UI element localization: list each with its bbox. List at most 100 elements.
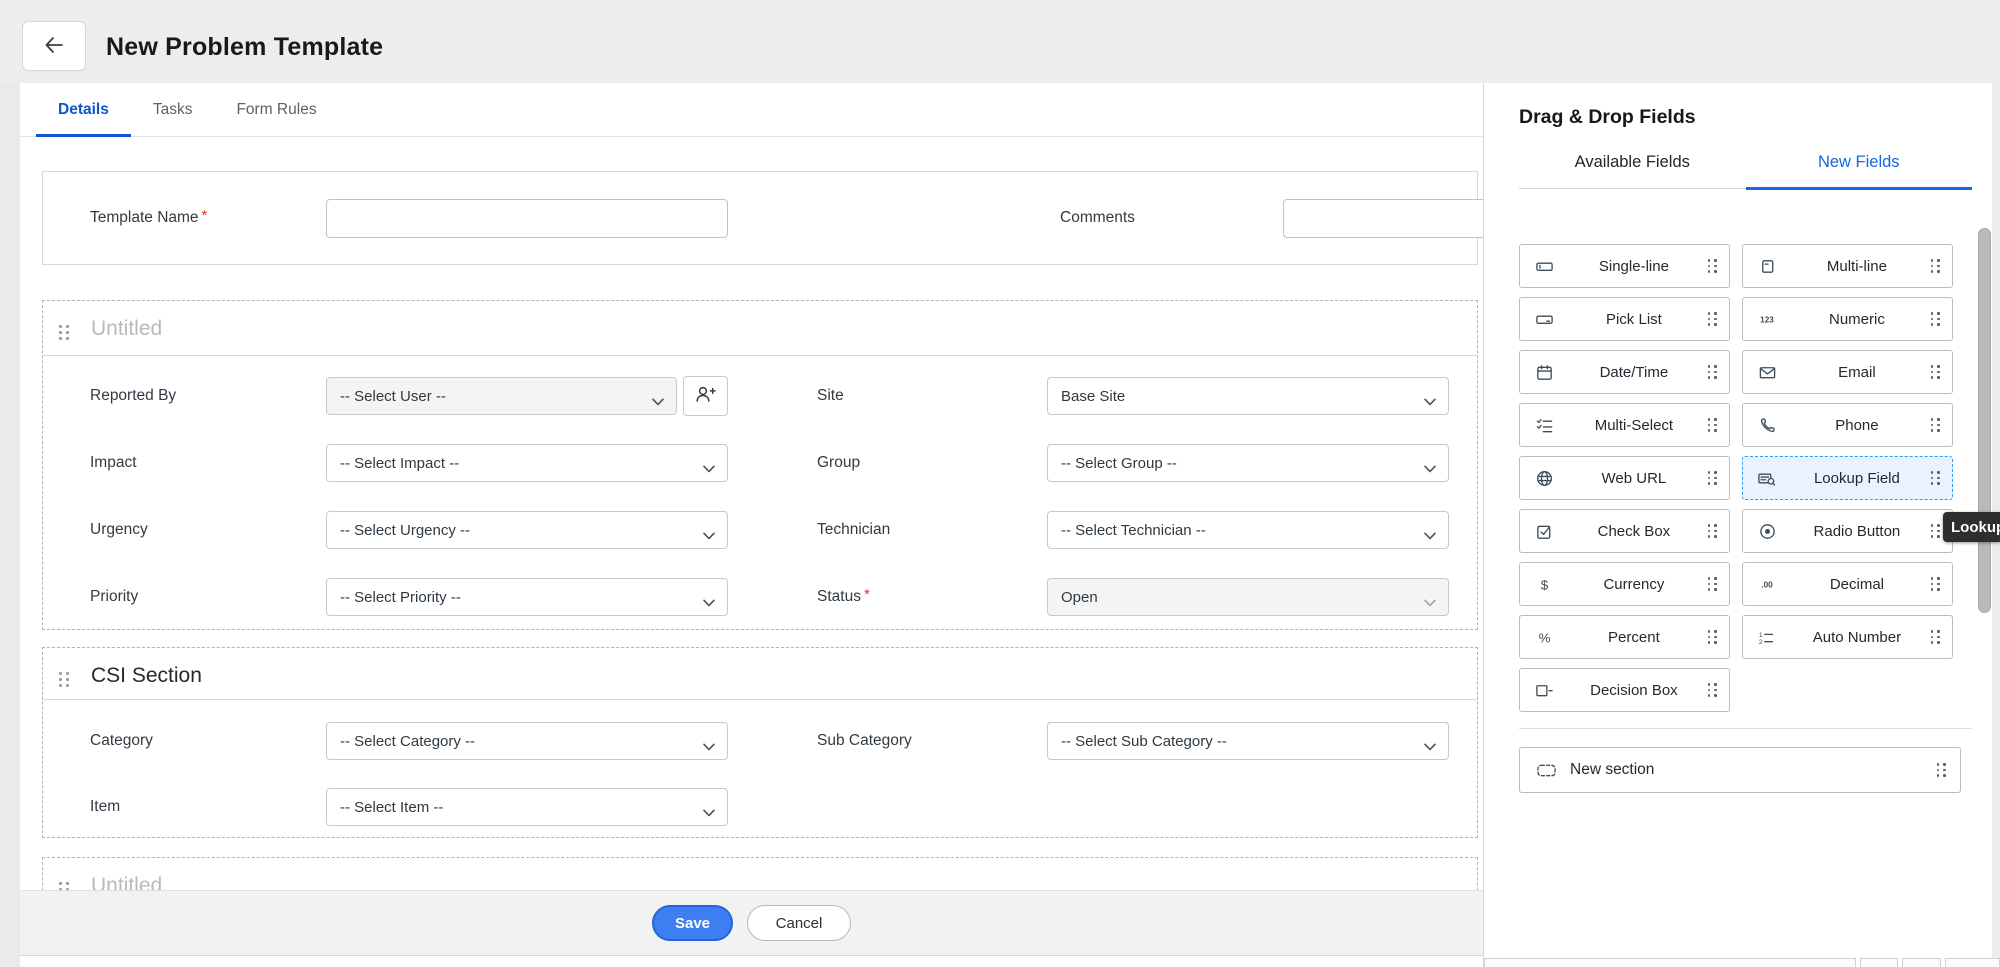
drag-handle-icon[interactable] bbox=[1708, 259, 1717, 273]
field-control: Base Site bbox=[1047, 377, 1449, 415]
drag-handle-icon[interactable] bbox=[1708, 577, 1717, 591]
palette-field-check-box[interactable]: Check Box bbox=[1519, 509, 1730, 553]
section-body: Reported By-- Select User --SiteBase Sit… bbox=[43, 356, 1477, 616]
urgency-select[interactable]: -- Select Urgency -- bbox=[326, 511, 728, 549]
palette-field-pick-list[interactable]: Pick List bbox=[1519, 297, 1730, 341]
form-footer: Save Cancel bbox=[20, 890, 1483, 955]
save-button[interactable]: Save bbox=[652, 905, 733, 941]
cancel-button[interactable]: Cancel bbox=[747, 905, 851, 941]
field-control: Open bbox=[1047, 578, 1449, 616]
page: New Problem Template DetailsTasksForm Ru… bbox=[0, 0, 2000, 967]
palette-field-percent[interactable]: %Percent bbox=[1519, 615, 1730, 659]
sidebar-tab-available-fields[interactable]: Available Fields bbox=[1519, 133, 1746, 188]
tab-label: Tasks bbox=[153, 101, 193, 119]
chevron-down-icon bbox=[703, 527, 715, 544]
drag-handle-icon[interactable] bbox=[1708, 418, 1717, 432]
tab-details[interactable]: Details bbox=[36, 83, 131, 136]
section-body: Category-- Select Category --Sub Categor… bbox=[43, 700, 1477, 826]
decision-box-icon bbox=[1534, 681, 1554, 700]
chevron-down-icon bbox=[703, 594, 715, 611]
group-select[interactable]: -- Select Group -- bbox=[1047, 444, 1449, 482]
field-palette: Single-line Multi-line Pick List 123Numeric… bbox=[1519, 244, 1953, 712]
palette-field-label: Percent bbox=[1564, 629, 1704, 646]
left-gutter bbox=[0, 83, 20, 967]
field-label: Reported By bbox=[90, 387, 326, 405]
palette-field-label: Date/Time bbox=[1564, 364, 1704, 381]
section-drag-handle[interactable] bbox=[59, 325, 69, 340]
web-url-icon bbox=[1534, 469, 1554, 488]
sub-category-select[interactable]: -- Select Sub Category -- bbox=[1047, 722, 1449, 760]
bottom-bar-segment bbox=[1484, 958, 1856, 967]
template-name-input[interactable] bbox=[326, 199, 728, 238]
select-value: -- Select Urgency -- bbox=[340, 522, 470, 539]
new-section-button[interactable]: New section bbox=[1519, 747, 1961, 793]
drag-handle-icon[interactable] bbox=[1931, 259, 1940, 273]
drag-handle-icon[interactable] bbox=[1708, 471, 1717, 485]
site-select[interactable]: Base Site bbox=[1047, 377, 1449, 415]
palette-field-radio-button[interactable]: Radio Button bbox=[1742, 509, 1953, 553]
drag-handle-icon[interactable] bbox=[1931, 312, 1940, 326]
palette-field-multi-select[interactable]: Multi-Select bbox=[1519, 403, 1730, 447]
field-label: Comments bbox=[1060, 209, 1283, 227]
form-row: Reported By-- Select User --SiteBase Sit… bbox=[43, 377, 1477, 415]
drag-handle-icon[interactable] bbox=[1708, 312, 1717, 326]
palette-field-multi-line[interactable]: Multi-line bbox=[1742, 244, 1953, 288]
palette-field-lookup-field[interactable]: Lookup Field bbox=[1742, 456, 1953, 500]
palette-field-label: Pick List bbox=[1564, 311, 1704, 328]
palette-field-label: Multi-line bbox=[1787, 258, 1927, 275]
palette-field-single-line[interactable]: Single-line bbox=[1519, 244, 1730, 288]
select-value: Base Site bbox=[1061, 388, 1125, 405]
field-label: Item bbox=[90, 798, 326, 816]
drag-handle-icon[interactable] bbox=[1708, 365, 1717, 379]
drag-handle-icon[interactable] bbox=[1931, 524, 1940, 538]
palette-field-decimal[interactable]: .00Decimal bbox=[1742, 562, 1953, 606]
form-section: CSI SectionCategory-- Select Category --… bbox=[42, 647, 1478, 838]
required-asterisk: * bbox=[864, 586, 870, 603]
technician-select[interactable]: -- Select Technician -- bbox=[1047, 511, 1449, 549]
palette-field-phone[interactable]: Phone bbox=[1742, 403, 1953, 447]
palette-field-auto-number[interactable]: 12Auto Number bbox=[1742, 615, 1953, 659]
drag-handle-icon[interactable] bbox=[1931, 577, 1940, 591]
tab-form-rules[interactable]: Form Rules bbox=[214, 83, 338, 136]
section-header: CSI Section bbox=[43, 648, 1477, 700]
drag-handle-icon[interactable] bbox=[1931, 630, 1940, 644]
drag-handle-icon[interactable] bbox=[1937, 763, 1946, 777]
drag-handle-icon[interactable] bbox=[1708, 524, 1717, 538]
numeric-icon: 123 bbox=[1757, 310, 1777, 329]
select-value: -- Select Priority -- bbox=[340, 589, 461, 606]
sidebar-tab-new-fields[interactable]: New Fields bbox=[1746, 133, 1973, 188]
select-value: -- Select Technician -- bbox=[1061, 522, 1206, 539]
palette-field-numeric[interactable]: 123Numeric bbox=[1742, 297, 1953, 341]
back-button[interactable] bbox=[22, 21, 86, 71]
tab-tasks[interactable]: Tasks bbox=[131, 83, 215, 136]
impact-select[interactable]: -- Select Impact -- bbox=[326, 444, 728, 482]
section-drag-handle[interactable] bbox=[59, 672, 69, 687]
palette-field-currency[interactable]: $Currency bbox=[1519, 562, 1730, 606]
reported-by-select[interactable]: -- Select User -- bbox=[326, 377, 677, 415]
drag-handle-icon[interactable] bbox=[1931, 418, 1940, 432]
drag-handle-icon[interactable] bbox=[1931, 365, 1940, 379]
status-select[interactable]: Open bbox=[1047, 578, 1449, 616]
drag-handle-icon[interactable] bbox=[1708, 683, 1717, 697]
palette-field-label: Email bbox=[1787, 364, 1927, 381]
drag-handle-icon[interactable] bbox=[1708, 630, 1717, 644]
new-section-label: New section bbox=[1570, 761, 1937, 779]
chevron-down-icon bbox=[652, 393, 664, 410]
palette-field-decision-box[interactable]: Decision Box bbox=[1519, 668, 1730, 712]
select-value: -- Select Sub Category -- bbox=[1061, 733, 1227, 750]
form-sections: UntitledReported By-- Select User --Site… bbox=[42, 300, 1478, 967]
palette-field-label: Phone bbox=[1787, 417, 1927, 434]
drag-handle-icon[interactable] bbox=[1931, 471, 1940, 485]
select-value: Open bbox=[1061, 589, 1098, 606]
category-select[interactable]: -- Select Category -- bbox=[326, 722, 728, 760]
palette-field-date-time[interactable]: Date/Time bbox=[1519, 350, 1730, 394]
palette-field-email[interactable]: Email bbox=[1742, 350, 1953, 394]
field-label: Priority bbox=[90, 588, 326, 606]
priority-select[interactable]: -- Select Priority -- bbox=[326, 578, 728, 616]
item-select[interactable]: -- Select Item -- bbox=[326, 788, 728, 826]
chevron-down-icon bbox=[1424, 594, 1436, 611]
sidebar-scrollbar-thumb[interactable] bbox=[1978, 228, 1991, 613]
add-user-button[interactable] bbox=[683, 376, 728, 416]
chevron-down-icon bbox=[1424, 393, 1436, 410]
palette-field-web-url[interactable]: Web URL bbox=[1519, 456, 1730, 500]
